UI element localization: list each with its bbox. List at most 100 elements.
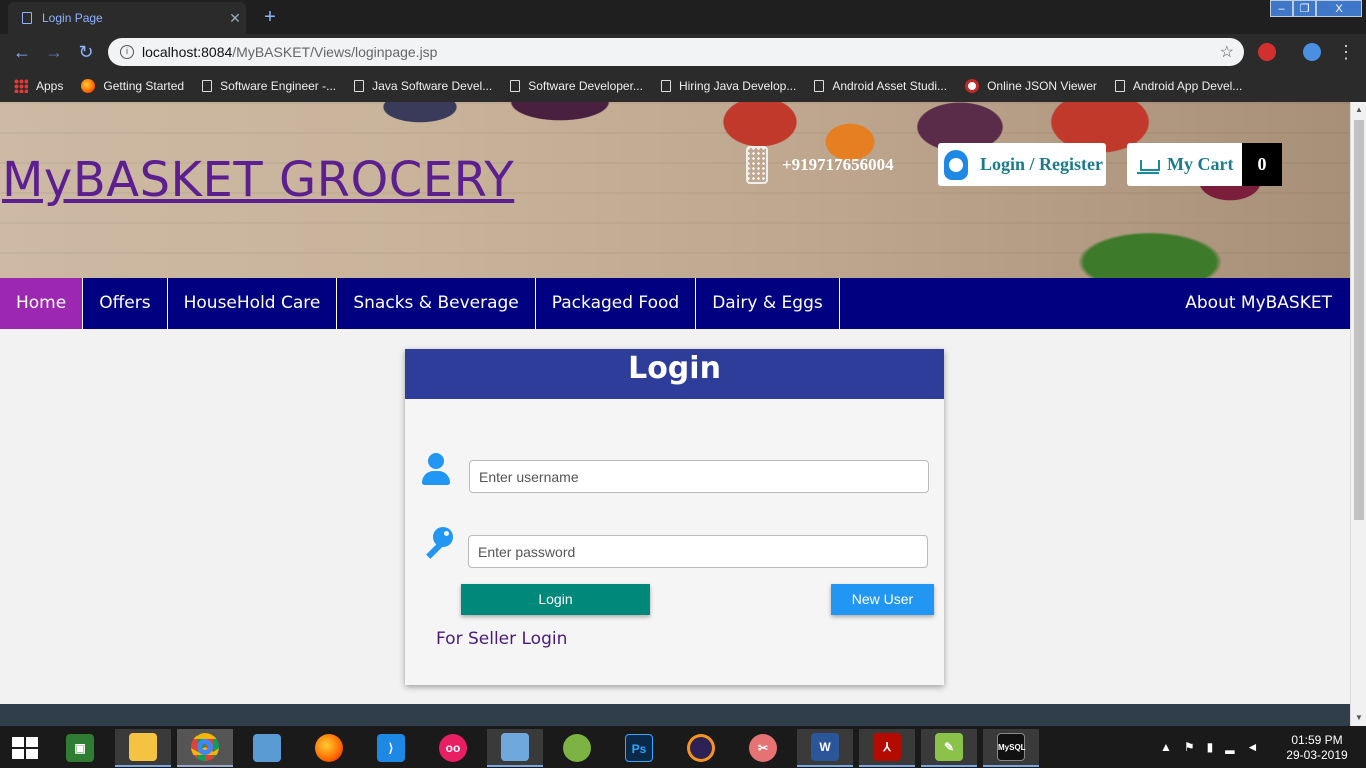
- snipping-tool-icon[interactable]: ✂: [735, 729, 791, 767]
- window-controls: – ❐ X: [1270, 0, 1362, 17]
- brand-link[interactable]: MyBASKET GROCERY: [2, 152, 514, 208]
- my-cart-button[interactable]: My Cart: [1127, 143, 1242, 186]
- photoshop-icon[interactable]: Ps: [611, 729, 667, 767]
- page-icon: [22, 12, 32, 24]
- bookmark-star-icon[interactable]: ☆: [1220, 42, 1234, 62]
- scrollbar-thumb[interactable]: [1354, 120, 1364, 520]
- bookmark-hiring-java[interactable]: Hiring Java Develop...: [660, 79, 796, 93]
- vscode-icon[interactable]: ⟩: [363, 729, 419, 767]
- seller-login-link[interactable]: For Seller Login: [436, 629, 567, 649]
- menu-item-snacks-beverage[interactable]: Snacks & Beverage: [337, 278, 536, 329]
- bookmark-software-developer[interactable]: Software Developer...: [510, 79, 643, 93]
- address-bar[interactable]: i localhost:8084/MyBASKET/Views/loginpag…: [108, 38, 1244, 66]
- browser-titlebar: Login Page ✕ + – ❐ X: [0, 0, 1366, 34]
- forward-icon[interactable]: →: [42, 40, 66, 64]
- clock[interactable]: 01:59 PM 29-03-2019: [1284, 733, 1350, 763]
- notepad-plus-icon[interactable]: ✎: [921, 729, 977, 767]
- battery-icon[interactable]: ▮: [1207, 740, 1214, 754]
- web-page: MyBASKET GROCERY +919717656004 Login / R…: [0, 102, 1350, 726]
- menu-item-packaged-food[interactable]: Packaged Food: [536, 278, 697, 329]
- eclipse-icon[interactable]: [673, 729, 729, 767]
- firefox-icon: [81, 79, 96, 93]
- close-window-button[interactable]: X: [1316, 0, 1362, 17]
- control-panel-icon[interactable]: [239, 729, 295, 767]
- network-icon[interactable]: ▂: [1225, 740, 1234, 754]
- tray-chevron-icon[interactable]: ▲: [1160, 740, 1172, 754]
- flickr-icon[interactable]: oo: [425, 729, 481, 767]
- mysql-icon[interactable]: MySQL: [983, 729, 1039, 767]
- acrobat-icon[interactable]: ⅄: [859, 729, 915, 767]
- bookmark-android-asset-studio[interactable]: Android Asset Studi...: [814, 79, 947, 93]
- profile-icon[interactable]: [1303, 43, 1321, 61]
- my-cart-label: My Cart: [1167, 154, 1234, 174]
- bookmark-apps[interactable]: Apps: [14, 79, 63, 93]
- firefox-icon[interactable]: [301, 729, 357, 767]
- chrome-icon[interactable]: [177, 729, 233, 767]
- word-icon[interactable]: W: [797, 729, 853, 767]
- username-input[interactable]: [469, 460, 929, 493]
- reload-icon[interactable]: ↻: [74, 40, 98, 64]
- bookmark-getting-started[interactable]: Getting Started: [81, 79, 184, 93]
- taskbar: ▣ ⟩ oo Ps ✂ W ⅄ ✎ MySQL ▲ ⚑ ▮ ▂ ◄ 01:59 …: [0, 726, 1366, 768]
- browser-tab[interactable]: Login Page ✕: [8, 2, 246, 34]
- flag-icon[interactable]: ⚑: [1184, 740, 1195, 754]
- page-icon: [660, 80, 671, 92]
- menu-item-about[interactable]: About MyBASKET: [1185, 278, 1332, 329]
- bookmark-java-software-devel[interactable]: Java Software Devel...: [354, 79, 492, 93]
- browser-toolbar: ← → ↻ i localhost:8084/MyBASKET/Views/lo…: [0, 34, 1366, 70]
- apps-icon: [14, 79, 28, 93]
- page-scrollbar[interactable]: ▲ ▼: [1350, 102, 1366, 726]
- phone-contact: +919717656004: [746, 146, 894, 184]
- phone-number: +919717656004: [782, 155, 894, 174]
- bookmark-android-app-devel[interactable]: Android App Devel...: [1114, 79, 1242, 93]
- menu-item-home[interactable]: Home: [0, 278, 84, 329]
- page-icon: [1114, 80, 1125, 92]
- user-avatar-icon: [944, 149, 968, 180]
- back-icon[interactable]: ←: [10, 40, 34, 64]
- cart-icon: [1137, 156, 1160, 174]
- clock-time: 01:59 PM: [1291, 733, 1343, 747]
- menu-item-dairy-eggs[interactable]: Dairy & Eggs: [696, 278, 840, 329]
- scroll-up-icon[interactable]: ▲: [1351, 102, 1366, 118]
- page-icon: [354, 80, 365, 92]
- virtualbox-icon[interactable]: [487, 729, 543, 767]
- scroll-down-icon[interactable]: ▼: [1351, 710, 1366, 726]
- volume-icon[interactable]: ◄: [1247, 740, 1259, 754]
- windows-start-icon[interactable]: [12, 737, 38, 759]
- json-icon: [965, 79, 980, 93]
- login-card: Login Login New User For Seller Login: [405, 349, 944, 685]
- tab-close-icon[interactable]: ✕: [224, 10, 246, 27]
- cart-count-badge: 0: [1242, 143, 1282, 186]
- info-icon[interactable]: i: [120, 45, 134, 59]
- clock-date: 29-03-2019: [1286, 748, 1348, 762]
- restore-button[interactable]: ❐: [1293, 0, 1316, 17]
- login-button[interactable]: Login: [461, 584, 650, 615]
- main-menu: Home Offers HouseHold Care Snacks & Beve…: [0, 278, 1350, 329]
- page-icon: [814, 80, 825, 92]
- adblock-extension-icon[interactable]: [1258, 43, 1276, 61]
- bookmark-online-json-viewer[interactable]: Online JSON Viewer: [965, 79, 1097, 93]
- url-host: localhost:8084: [142, 44, 233, 60]
- store-icon[interactable]: ▣: [52, 729, 108, 767]
- user-icon: [421, 453, 451, 487]
- login-register-button[interactable]: Login / Register: [938, 143, 1106, 186]
- minimize-button[interactable]: –: [1270, 0, 1293, 17]
- login-title: Login: [405, 349, 944, 399]
- bookmarks-bar: Apps Getting Started Software Engineer -…: [0, 70, 1366, 102]
- url-path: /MyBASKET/Views/loginpage.jsp: [232, 44, 438, 60]
- menu-item-household-care[interactable]: HouseHold Care: [168, 278, 338, 329]
- bookmark-software-engineer[interactable]: Software Engineer -...: [202, 79, 336, 93]
- system-tray: ▲ ⚑ ▮ ▂ ◄: [1160, 740, 1258, 754]
- menu-item-offers[interactable]: Offers: [83, 278, 168, 329]
- new-user-button[interactable]: New User: [831, 584, 934, 615]
- android-studio-icon[interactable]: [549, 729, 605, 767]
- header-banner: MyBASKET GROCERY +919717656004 Login / R…: [0, 102, 1350, 278]
- key-icon: [421, 527, 453, 561]
- tab-title: Login Page: [42, 11, 103, 25]
- page-icon: [510, 80, 521, 92]
- footer: [0, 704, 1350, 726]
- password-input[interactable]: [468, 535, 928, 568]
- file-explorer-icon[interactable]: [115, 729, 171, 767]
- new-tab-button[interactable]: +: [258, 6, 282, 28]
- menu-kebab-icon[interactable]: ⋮: [1334, 40, 1358, 64]
